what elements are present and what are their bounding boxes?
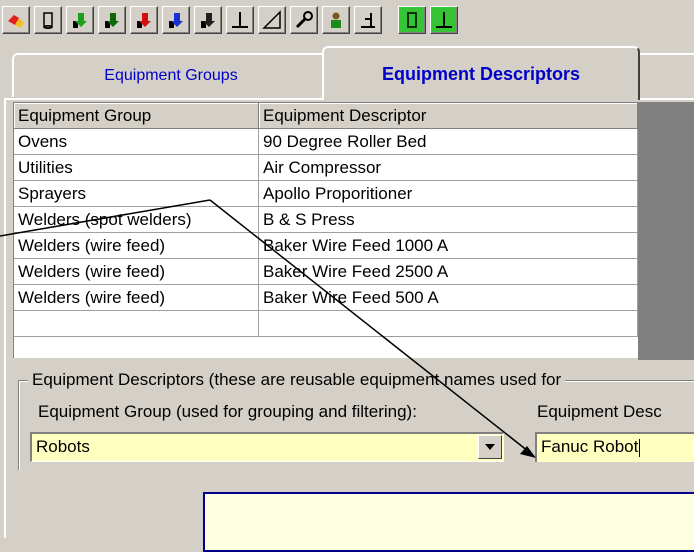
- equipment-group-value: Robots: [36, 437, 90, 456]
- cell-equipment-group[interactable]: [14, 311, 259, 337]
- equipment-descriptor-label: Equipment Desc: [537, 402, 662, 421]
- table-row[interactable]: Welders (wire feed) Baker Wire Feed 500 …: [14, 285, 638, 311]
- grid-header-row: Equipment Group Equipment Descriptor: [14, 103, 638, 129]
- table-row[interactable]: Utilities Air Compressor: [14, 155, 638, 181]
- cell-equipment-descriptor[interactable]: Air Compressor: [259, 155, 638, 181]
- table-row[interactable]: Ovens 90 Degree Roller Bed: [14, 129, 638, 155]
- cell-equipment-group[interactable]: Welders (wire feed): [14, 259, 259, 285]
- dropdown-arrow-button[interactable]: [478, 435, 502, 459]
- cell-equipment-descriptor[interactable]: Apollo Proporitioner: [259, 181, 638, 207]
- person-icon[interactable]: [322, 6, 350, 34]
- tab-equipment-descriptors-label: Equipment Descriptors: [381, 63, 581, 84]
- groupbox-title: Equipment Descriptors (these are reusabl…: [28, 370, 566, 390]
- import-red-icon[interactable]: [130, 6, 158, 34]
- table-row[interactable]: Welders (wire feed) Baker Wire Feed 1000…: [14, 233, 638, 259]
- cylinder-icon[interactable]: [34, 6, 62, 34]
- cell-equipment-group[interactable]: Sprayers: [14, 181, 259, 207]
- tab-equipment-groups-label: Equipment Groups: [104, 67, 238, 84]
- table-row[interactable]: Welders (spot welders) B & S Press: [14, 207, 638, 233]
- tab-next[interactable]: [634, 53, 694, 97]
- table-row-empty[interactable]: [14, 311, 638, 337]
- cell-equipment-group[interactable]: Ovens: [14, 129, 259, 155]
- column-header-equipment-group[interactable]: Equipment Group: [14, 103, 259, 129]
- cell-equipment-group[interactable]: Welders (wire feed): [14, 233, 259, 259]
- wrench-icon[interactable]: [290, 6, 318, 34]
- text-caret: [639, 438, 641, 457]
- equipment-descriptor-value: Fanuc Robot: [541, 437, 639, 456]
- equipment-group-select[interactable]: Robots: [30, 432, 504, 462]
- chart-icon[interactable]: [258, 6, 286, 34]
- fill-icon[interactable]: [354, 6, 382, 34]
- import-black-icon[interactable]: [194, 6, 222, 34]
- tab-equipment-descriptors[interactable]: Equipment Descriptors: [322, 46, 640, 100]
- cell-equipment-descriptor[interactable]: Baker Wire Feed 2500 A: [259, 259, 638, 285]
- cell-equipment-group[interactable]: Welders (spot welders): [14, 207, 259, 233]
- cell-equipment-descriptor[interactable]: Baker Wire Feed 500 A: [259, 285, 638, 311]
- component-red-icon[interactable]: [2, 6, 30, 34]
- table-row[interactable]: Welders (wire feed) Baker Wire Feed 2500…: [14, 259, 638, 285]
- column-header-equipment-descriptor[interactable]: Equipment Descriptor: [259, 103, 638, 129]
- equipment-group-label: Equipment Group (used for grouping and f…: [38, 402, 417, 421]
- chevron-down-icon: [485, 444, 495, 450]
- angle-icon[interactable]: [226, 6, 254, 34]
- tab-equipment-groups[interactable]: Equipment Groups: [12, 53, 330, 97]
- cell-equipment-descriptor[interactable]: Baker Wire Feed 1000 A: [259, 233, 638, 259]
- grid-empty-area: [638, 102, 694, 360]
- cell-equipment-group[interactable]: Utilities: [14, 155, 259, 181]
- tooltip-box: [203, 492, 694, 552]
- green-angle-icon[interactable]: [430, 6, 458, 34]
- cell-equipment-group[interactable]: Welders (wire feed): [14, 285, 259, 311]
- cell-equipment-descriptor[interactable]: B & S Press: [259, 207, 638, 233]
- import-green-icon[interactable]: [66, 6, 94, 34]
- cell-equipment-descriptor[interactable]: [259, 311, 638, 337]
- import-blue-icon[interactable]: [162, 6, 190, 34]
- equipment-descriptor-input[interactable]: Fanuc Robot: [535, 432, 694, 462]
- equipment-grid[interactable]: Equipment Group Equipment Descriptor Ove…: [13, 102, 638, 358]
- table-row[interactable]: Sprayers Apollo Proporitioner: [14, 181, 638, 207]
- green-cylinder-icon[interactable]: [398, 6, 426, 34]
- import-dark-green-icon[interactable]: [98, 6, 126, 34]
- cell-equipment-descriptor[interactable]: 90 Degree Roller Bed: [259, 129, 638, 155]
- toolbar: [0, 0, 694, 40]
